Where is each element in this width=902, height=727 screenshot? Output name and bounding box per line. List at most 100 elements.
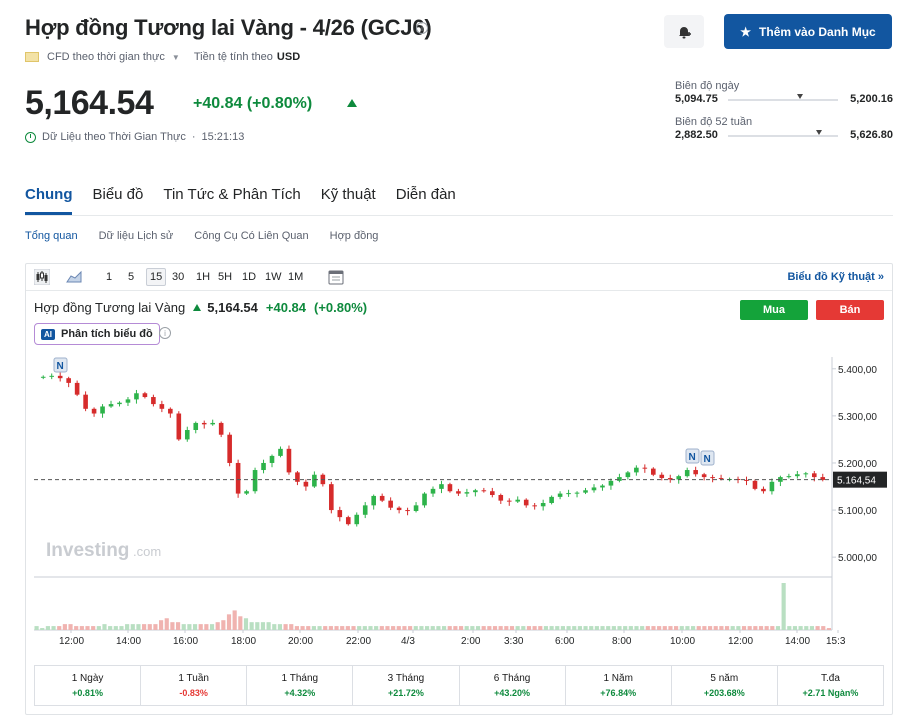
- volume-bar: [311, 626, 316, 630]
- performance-cell[interactable]: 3 Tháng +21.72%: [353, 666, 460, 705]
- volume-bar: [323, 626, 328, 630]
- tab-general[interactable]: Chung: [25, 186, 73, 215]
- candle-body: [676, 476, 682, 480]
- realtime-info: Dữ Liệu theo Thời Gian Thực · 15:21:13: [25, 131, 244, 143]
- candle-body: [651, 468, 656, 475]
- x-tick-label: 3:30: [504, 636, 524, 647]
- volume-bar: [781, 583, 786, 630]
- cfd-label[interactable]: CFD theo thời gian thực: [47, 51, 165, 63]
- performance-value: +21.72%: [388, 688, 424, 698]
- performance-value: +2.71 Ngàn%: [802, 688, 859, 698]
- volume-bar: [668, 626, 673, 630]
- alert-button[interactable]: [664, 15, 704, 48]
- volume-bar: [125, 624, 130, 630]
- candle-body: [201, 422, 207, 425]
- volume-bar: [611, 626, 616, 630]
- investing-watermark-suffix: .com: [133, 544, 161, 559]
- performance-value: -0.83%: [179, 688, 208, 698]
- tab-forum[interactable]: Diễn đàn: [396, 186, 456, 215]
- candle-body: [218, 422, 224, 435]
- performance-value: +0.81%: [72, 688, 103, 698]
- candle-body: [642, 467, 648, 469]
- volume-bar: [447, 626, 452, 630]
- candle-body: [811, 473, 817, 478]
- volume-bar: [549, 626, 554, 630]
- candle-body: [40, 376, 46, 378]
- candle-body: [769, 481, 775, 492]
- chevron-down-icon[interactable]: ▼: [172, 53, 180, 62]
- subtab-history[interactable]: Dữ liệu Lịch sử: [99, 230, 174, 242]
- tab-chart[interactable]: Biểu đồ: [92, 186, 143, 215]
- volume-bar: [770, 626, 775, 630]
- candle-body: [396, 507, 402, 511]
- volume-bar: [187, 624, 192, 630]
- performance-period: 6 Tháng: [493, 673, 531, 684]
- volume-bar: [662, 626, 667, 630]
- day-range-label: Biên độ ngày: [675, 80, 740, 92]
- volume-bar: [408, 626, 413, 630]
- candle-body: [583, 490, 588, 493]
- performance-cell[interactable]: 6 Tháng +43.20%: [460, 666, 566, 705]
- candle-body: [506, 500, 512, 502]
- volume-bar: [425, 626, 430, 630]
- volume-bar: [198, 624, 203, 630]
- volume-bar: [91, 626, 96, 630]
- performance-value: +76.84%: [600, 688, 637, 698]
- performance-cell[interactable]: T.đa +2.71 Ngàn%: [778, 666, 883, 705]
- candle-body: [803, 473, 809, 475]
- volume-bar: [260, 622, 266, 630]
- candle-body: [117, 402, 122, 405]
- price-change-percent: (+0.80%): [246, 95, 313, 112]
- info-icon[interactable]: i: [416, 22, 428, 34]
- volume-bar: [170, 622, 175, 630]
- candle-body: [388, 500, 393, 508]
- add-to-watchlist-button[interactable]: ★ Thêm vào Danh Mục: [724, 14, 892, 49]
- performance-cell[interactable]: 1 Ngày +0.81%: [35, 666, 142, 705]
- tabs-divider: [25, 215, 893, 216]
- candle-body: [125, 399, 131, 403]
- volume-bar: [441, 626, 447, 630]
- volume-bar: [730, 626, 735, 630]
- performance-period: T.đa: [820, 673, 840, 684]
- last-price-label: 5.164,54: [837, 476, 876, 487]
- volume-bar: [747, 626, 752, 630]
- volume-bar: [674, 626, 679, 630]
- performance-cell[interactable]: 1 Tuần -0.83%: [141, 666, 248, 705]
- week52-range-marker: [816, 130, 823, 135]
- candle-body: [422, 493, 427, 506]
- volume-bar: [396, 626, 401, 630]
- subtab-overview[interactable]: Tổng quan: [25, 230, 78, 242]
- add-to-watchlist-label: Thêm vào Danh Mục: [759, 24, 876, 39]
- performance-cell[interactable]: 1 Năm +76.84%: [566, 666, 672, 705]
- subtab-related[interactable]: Công Cụ Có Liên Quan: [194, 230, 308, 242]
- volume-bar: [175, 622, 181, 630]
- volume-bar: [702, 626, 707, 630]
- candle-body: [227, 434, 232, 463]
- y-tick-label: 5.000,00: [838, 553, 877, 564]
- candle-body: [625, 472, 631, 478]
- candle-body: [74, 382, 80, 395]
- subtab-contracts[interactable]: Hợp đồng: [330, 230, 379, 242]
- performance-cell[interactable]: 1 Tháng +4.32%: [247, 666, 354, 705]
- chart-widget: 1 5 15 30 1H 5H 1D 1W 1M Biểu đồ Kỹ thuậ…: [25, 263, 893, 715]
- tab-news[interactable]: Tin Tức & Phân Tích: [163, 186, 300, 215]
- candle-body: [456, 491, 461, 494]
- week52-range-bar: [728, 130, 838, 137]
- flag-icon: [25, 52, 39, 62]
- investing-watermark: Investing: [46, 540, 129, 561]
- performance-cell[interactable]: 5 năm +203.68%: [672, 666, 778, 705]
- candle-body: [634, 467, 639, 473]
- y-tick-label: 5.300,00: [838, 412, 877, 423]
- volume-bar: [181, 624, 186, 630]
- volume-bar: [317, 626, 322, 630]
- price-chart[interactable]: 5.400,00 5.300,00 5.200,00 5.100,00 5.000,00…: [26, 264, 892, 664]
- candle-body: [608, 480, 614, 486]
- tab-technical[interactable]: Kỹ thuật: [321, 186, 376, 215]
- last-price: 5,164.54: [25, 84, 154, 122]
- sub-tabs: Tổng quan Dữ liệu Lịch sử Công Cụ Có Liê…: [25, 230, 378, 242]
- x-tick-label: 2:00: [461, 636, 481, 647]
- volume-bar: [345, 626, 350, 630]
- x-tick-label: 6:00: [555, 636, 575, 647]
- x-tick-label: 8:00: [612, 636, 632, 647]
- price-change-value: +40.84: [193, 95, 243, 112]
